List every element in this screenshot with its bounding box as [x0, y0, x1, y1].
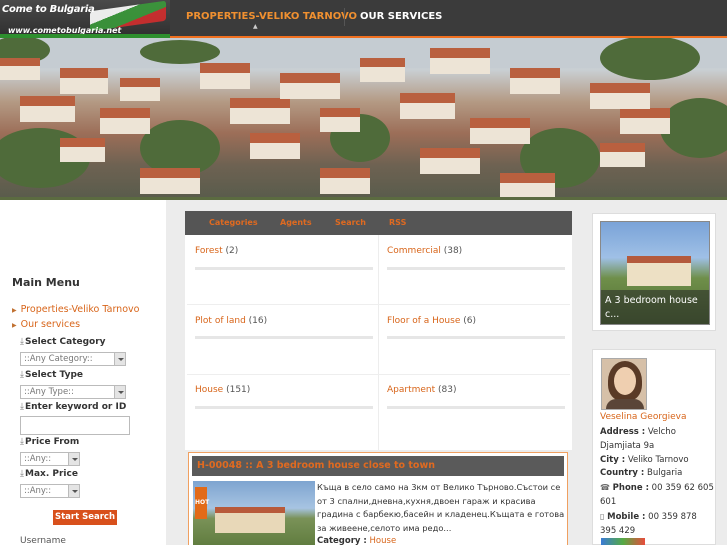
- select-type-label: ⤓Select Type: [20, 370, 84, 380]
- featured-caption[interactable]: A 3 bedroom house c...: [601, 290, 709, 324]
- nav-properties-veliko-tarnovo[interactable]: PROPERTIES-VELIKO TARNOVO: [186, 11, 357, 22]
- agent-country: Country : Bulgaria: [600, 468, 683, 479]
- phone-icon: ☎: [600, 483, 610, 493]
- listing-category: Category : House: [317, 536, 397, 545]
- category-underline: [387, 336, 565, 339]
- listing-thumbnail[interactable]: HOT: [193, 481, 315, 545]
- agent-phone: ☎ Phone : 00 359 62 605 601: [600, 483, 714, 507]
- grid-divider: [378, 235, 379, 450]
- nav-our-services[interactable]: OUR SERVICES: [360, 11, 442, 22]
- mobile-icon: ▯: [600, 511, 605, 521]
- max-price-select[interactable]: ::Any::: [20, 484, 80, 498]
- category-plot-of-land[interactable]: Plot of land (16): [195, 316, 267, 326]
- house-image: [215, 507, 285, 533]
- agent-avatar[interactable]: [601, 358, 647, 410]
- category-underline: [195, 406, 373, 409]
- featured-property-box: A 3 bedroom house c...: [592, 213, 716, 331]
- agent-name-link[interactable]: Veselina Georgieva: [600, 412, 686, 422]
- arrow-down-icon: ⤓: [20, 469, 24, 479]
- agent-card: Veselina Georgieva Address : Velcho Djam…: [592, 349, 716, 545]
- bullet-arrow-icon: ▶: [12, 307, 17, 314]
- category-forest[interactable]: Forest (2): [195, 246, 238, 256]
- max-price-label: ⤓Max. Price: [20, 469, 78, 479]
- flag-banner-icon: [601, 538, 645, 545]
- site-logo[interactable]: Come to Bulgaria www.cometobulgaria.net: [0, 0, 170, 38]
- category-commercial[interactable]: Commercial (38): [387, 246, 462, 256]
- listing-category-link[interactable]: House: [370, 536, 397, 545]
- username-label: Username: [20, 536, 66, 545]
- categories-grid: Forest (2) Commercial (38) Plot of land …: [185, 235, 572, 450]
- category-floor-of-a-house[interactable]: Floor of a House (6): [387, 316, 476, 326]
- agent-details: Address : Velcho Djamjiata 9a City : Vel…: [600, 426, 715, 538]
- select-category-label: ⤓Select Category: [20, 337, 106, 347]
- left-sidebar: Main Menu ▶ Properties-Veliko Tarnovo ▶ Ou…: [0, 200, 166, 545]
- category-apartment[interactable]: Apartment (83): [387, 385, 457, 395]
- tab-agents[interactable]: Agents: [280, 218, 312, 227]
- price-from-label: ⤓Price From: [20, 437, 80, 447]
- chevron-down-icon: [68, 453, 79, 465]
- tab-rss[interactable]: RSS: [389, 218, 406, 227]
- keyword-input[interactable]: [20, 416, 130, 435]
- menu-item-label: Our services: [20, 319, 81, 330]
- type-select[interactable]: ::Any Type::: [20, 385, 126, 399]
- tab-search[interactable]: Search: [335, 218, 366, 227]
- row-divider: [187, 304, 570, 305]
- menu-item-properties[interactable]: ▶ Properties-Veliko Tarnovo: [12, 304, 139, 315]
- keyword-label: ⤓Enter keyword or ID: [20, 402, 127, 412]
- menu-item-label: Properties-Veliko Tarnovo: [20, 304, 140, 315]
- menu-item-our-services[interactable]: ▶ Our services: [12, 319, 80, 330]
- chevron-down-icon: [114, 386, 125, 398]
- arrow-down-icon: ⤓: [20, 437, 24, 447]
- row-divider: [187, 374, 570, 375]
- arrow-down-icon: ⤓: [20, 337, 24, 347]
- category-underline: [195, 336, 373, 339]
- price-from-select[interactable]: ::Any::: [20, 452, 80, 466]
- logo-title: Come to Bulgaria: [2, 4, 95, 15]
- category-house[interactable]: House (151): [195, 385, 250, 395]
- hot-sign: HOT: [195, 487, 209, 519]
- tab-categories[interactable]: Categories: [209, 218, 258, 227]
- agent-mobile: ▯ Mobile : 00 359 878 395 429: [600, 511, 697, 536]
- listing-title-link[interactable]: H-00048 :: A 3 bedroom house close to to…: [192, 456, 564, 476]
- arrow-down-icon: ⤓: [20, 370, 24, 380]
- nav-divider: [344, 8, 345, 26]
- caret-up-icon: ▲: [253, 23, 258, 30]
- featured-property-image[interactable]: A 3 bedroom house c...: [600, 221, 710, 325]
- arrow-down-icon: ⤓: [20, 402, 24, 412]
- top-navigation-bar: Come to Bulgaria www.cometobulgaria.net …: [0, 0, 727, 39]
- veliko-tarnovo-banner-image: [0, 38, 727, 197]
- agent-city: City : Veliko Tarnovo: [600, 454, 689, 465]
- listing-description: Къща в село само на 3км от Велико Търнов…: [317, 482, 565, 533]
- content-tabs: Categories Agents Search RSS: [185, 211, 572, 235]
- category-underline: [387, 406, 565, 409]
- category-underline: [387, 267, 565, 270]
- bullet-arrow-icon: ▶: [12, 322, 17, 329]
- chevron-down-icon: [114, 353, 125, 365]
- start-search-button[interactable]: Start Search: [53, 510, 117, 525]
- agent-address: Address : Velcho Djamjiata 9a: [600, 427, 676, 451]
- chevron-down-icon: [68, 485, 79, 497]
- property-listing: H-00048 :: A 3 bedroom house close to to…: [188, 452, 568, 545]
- main-menu-title: Main Menu: [12, 276, 80, 289]
- category-select[interactable]: ::Any Category::: [20, 352, 126, 366]
- house-image: [627, 256, 691, 286]
- category-underline: [195, 267, 373, 270]
